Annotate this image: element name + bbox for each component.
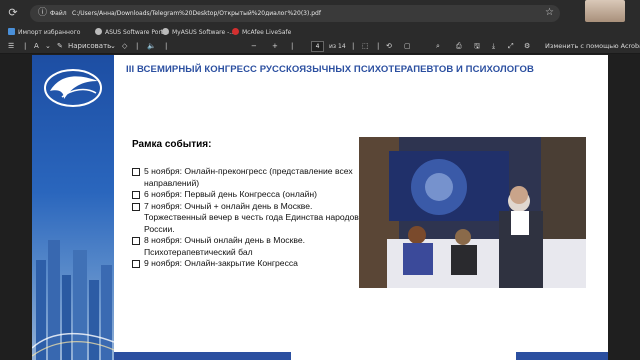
bookmark-myasus[interactable]: MyASUS Software -... [162,28,235,38]
page-number-input[interactable]: 4 [311,41,324,52]
slide-side-band [32,55,114,360]
divider: | [291,42,294,50]
mcafee-icon [232,28,239,35]
chevron-down-icon[interactable]: ⌄ [110,41,116,52]
eraser-icon[interactable]: ◇ [122,41,127,52]
list-item: 5 ноября: Онлайн-преконгресс (представле… [132,166,362,189]
bookmark-icon [8,28,15,35]
favorite-star-icon[interactable]: ☆ [545,7,554,19]
frame-heading: Рамка события: [132,139,212,150]
webcam-thumbnail [585,0,625,22]
refresh-icon[interactable]: ⟳ [6,6,20,20]
page-total: из 14 [329,43,346,50]
chevron-down-icon[interactable]: ⌄ [45,41,51,52]
pdf-page: III ВСЕМИРНЫЙ КОНГРЕСС РУССКОЯЗЫЧНЫХ ПСИ… [32,55,608,360]
event-schedule-list: 5 ноября: Онлайн-преконгресс (представле… [132,166,362,270]
address-bar: ⟳ ⓘ Файл C:/Users/Анна/Downloads/Telegra… [0,0,640,27]
list-item: 6 ноября: Первый день Конгресса (онлайн) [132,189,362,201]
pdf-toolbar: ☰ | A ⌄ ✎ Нарисовать ⌄ ◇ | 🔈 | − + | 4 и… [0,39,640,54]
fit-page-icon[interactable]: ⬚ [362,41,369,52]
edit-in-acrobat-button[interactable]: Изменить с помощью Acrobat [545,41,640,52]
bookmark-label: MyASUS Software -... [172,29,235,36]
bookmarks-bar: Импорт избранного ASUS Software Port... … [0,27,640,39]
list-item: 8 ноября: Очный онлайн день в Москве. Пс… [132,235,362,258]
fullscreen-icon[interactable]: ⤢ [508,41,514,52]
divider: | [24,42,27,50]
congress-logo-icon [44,69,102,107]
url-text[interactable]: C:/Users/Анна/Downloads/Telegram%20Deskt… [72,8,321,19]
slide-title: III ВСЕМИРНЫЙ КОНГРЕСС РУССКОЯЗЫЧНЫХ ПСИ… [126,64,535,75]
bookmark-label: ASUS Software Port... [105,29,169,36]
city-skyline-image [32,240,114,360]
draw-icon[interactable]: ✎ [57,41,63,52]
save-as-icon[interactable]: ⤓ [492,41,495,52]
slide-footer-bar [114,352,291,360]
draw-button[interactable]: Нарисовать [68,41,111,52]
read-aloud-icon[interactable]: 🔈 [147,41,156,52]
contents-icon[interactable]: ☰ [8,41,14,52]
text-icon[interactable]: A [34,41,39,52]
file-icon: ⓘ [38,8,48,18]
url-field[interactable]: ⓘ Файл C:/Users/Анна/Downloads/Telegram%… [30,5,560,22]
print-icon[interactable]: ⎙ [456,41,462,52]
globe-icon [95,28,102,35]
list-item: 7 ноября: Очный + онлайн день в Москве. … [132,201,362,236]
divider: | [165,42,168,50]
search-icon[interactable]: ⌕ [436,41,440,52]
globe-icon [162,28,169,35]
file-label: Файл [50,10,67,17]
bookmark-label: McAfee LiveSafe [242,29,292,36]
zoom-out-icon[interactable]: − [251,41,257,52]
settings-icon[interactable]: ⚙ [524,41,530,52]
divider: | [352,42,355,50]
divider: | [136,42,139,50]
bookmark-asus-portal[interactable]: ASUS Software Port... [95,28,169,38]
bookmark-mcafee[interactable]: McAfee LiveSafe [232,28,291,38]
save-icon[interactable]: 🖫 [474,41,480,52]
slide-footer-bar [516,352,608,360]
bookmark-import[interactable]: Импорт избранного [8,28,80,38]
divider: | [377,42,380,50]
zoom-in-icon[interactable]: + [272,41,278,52]
conference-photo [359,137,586,288]
list-item: 9 ноября: Онлайн-закрытие Конгресса [132,258,362,270]
rotate-icon[interactable]: ⟲ [386,41,392,52]
bookmark-label: Импорт избранного [18,29,81,36]
page-view-icon[interactable]: ▢ [404,41,411,52]
